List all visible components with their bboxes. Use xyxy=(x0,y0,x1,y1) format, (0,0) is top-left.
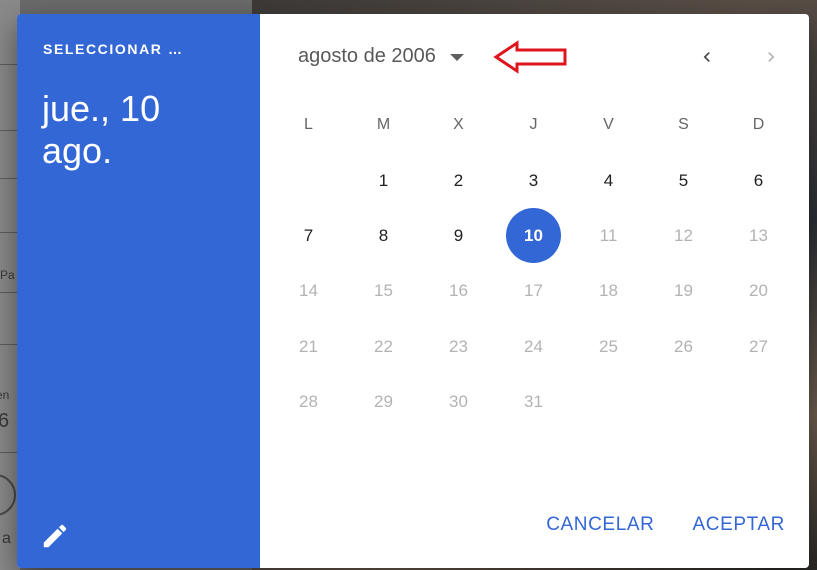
date-picker-header: SELECCIONAR … jue., 10 ago. xyxy=(17,14,260,568)
weekday-header: D xyxy=(752,116,765,133)
day-button: 17 xyxy=(524,281,543,301)
day-button[interactable]: 1 xyxy=(356,158,411,204)
accept-button[interactable]: ACEPTAR xyxy=(684,510,793,540)
day-button: 14 xyxy=(299,281,318,301)
day-cell: 2 xyxy=(421,153,496,208)
day-cell: 14 xyxy=(271,264,346,319)
day-cell: 3 xyxy=(496,153,571,208)
day-button: 25 xyxy=(599,336,618,356)
day-cell: 20 xyxy=(721,264,796,319)
weekday-header: J xyxy=(529,116,538,133)
month-year-dropdown[interactable]: agosto de 2006 xyxy=(298,42,464,70)
day-cell: 16 xyxy=(421,264,496,319)
previous-month-button[interactable] xyxy=(693,44,721,70)
day-cell: 17 xyxy=(496,264,571,319)
day-button: 12 xyxy=(674,225,693,245)
day-cell: 28 xyxy=(271,374,346,429)
weekday-header: M xyxy=(376,116,391,133)
chevron-left-icon xyxy=(703,52,710,62)
date-picker-dialog: SELECCIONAR … jue., 10 ago. agosto de 20… xyxy=(17,14,809,568)
dialog-actions: CANCELAR ACEPTAR xyxy=(538,510,793,540)
day-cell: 30 xyxy=(421,374,496,429)
day-button: 15 xyxy=(374,281,393,301)
background-text: en xyxy=(0,388,10,402)
day-button: 31 xyxy=(524,391,543,411)
day-cell: 1 xyxy=(346,153,421,208)
day-cell: 29 xyxy=(346,374,421,429)
day-button: 21 xyxy=(299,336,318,356)
day-button-selected[interactable]: 10 xyxy=(506,208,561,264)
header-overline: SELECCIONAR … xyxy=(43,41,184,57)
day-button: 11 xyxy=(599,225,618,245)
day-button: 28 xyxy=(299,391,318,411)
annotation-arrow-icon xyxy=(493,40,567,74)
empty-day-cell xyxy=(271,153,346,208)
day-button: 16 xyxy=(449,281,468,301)
day-cell: 23 xyxy=(421,319,496,374)
day-button: 22 xyxy=(374,336,393,356)
day-button[interactable]: 7 xyxy=(281,213,336,259)
day-button: 19 xyxy=(674,281,693,301)
chevron-right-icon xyxy=(768,52,775,62)
day-cell: 21 xyxy=(271,319,346,374)
background-text: a xyxy=(2,530,11,547)
day-cell: 13 xyxy=(721,208,796,263)
day-cell: 8 xyxy=(346,208,421,263)
day-cell: 26 xyxy=(646,319,721,374)
day-button[interactable]: 4 xyxy=(581,158,636,204)
cancel-button[interactable]: CANCELAR xyxy=(538,510,662,540)
day-cell: 31 xyxy=(496,374,571,429)
day-button: 20 xyxy=(749,281,768,301)
month-year-label: agosto de 2006 xyxy=(298,44,436,67)
day-button[interactable]: 8 xyxy=(356,213,411,259)
day-cell: 22 xyxy=(346,319,421,374)
weekday-header: L xyxy=(304,116,313,133)
weekday-header: V xyxy=(603,116,614,133)
day-button: 26 xyxy=(674,336,693,356)
background-circle xyxy=(0,474,16,516)
selected-date-display: jue., 10 ago. xyxy=(42,88,161,171)
pencil-icon xyxy=(43,524,67,548)
day-cell: 15 xyxy=(346,264,421,319)
day-cell: 7 xyxy=(271,208,346,263)
day-button[interactable]: 3 xyxy=(506,158,561,204)
weekday-header: X xyxy=(453,116,464,133)
day-button[interactable]: 6 xyxy=(731,158,786,204)
day-button[interactable]: 5 xyxy=(656,158,711,204)
day-button: 29 xyxy=(374,391,393,411)
weekday-header: S xyxy=(678,116,689,133)
calendar-panel: agosto de 2006 L M X J V S D 1 2 3 4 5 6 7 8 9 10 11 12 13 1… xyxy=(260,14,809,568)
background-text: 6 xyxy=(0,410,10,432)
day-cell: 4 xyxy=(571,153,646,208)
day-cell: 12 xyxy=(646,208,721,263)
arrow-drop-down-icon xyxy=(449,53,464,61)
day-button[interactable]: 2 xyxy=(431,158,486,204)
day-button: 18 xyxy=(599,281,618,301)
day-cell: 6 xyxy=(721,153,796,208)
day-cell: 25 xyxy=(571,319,646,374)
day-button: 27 xyxy=(749,336,768,356)
day-cell: 24 xyxy=(496,319,571,374)
day-cell: 10 xyxy=(496,208,571,264)
day-button: 30 xyxy=(449,391,468,411)
next-month-button[interactable] xyxy=(757,44,785,70)
day-button: 23 xyxy=(449,336,468,356)
day-button: 13 xyxy=(749,225,768,245)
day-cell: 27 xyxy=(721,319,796,374)
day-cell: 19 xyxy=(646,264,721,319)
day-button: 24 xyxy=(524,336,543,356)
background-text: Pa xyxy=(0,268,15,282)
edit-date-button[interactable] xyxy=(39,520,71,552)
day-cell: 18 xyxy=(571,264,646,319)
day-cell: 5 xyxy=(646,153,721,208)
day-button[interactable]: 9 xyxy=(431,213,486,259)
day-cell: 9 xyxy=(421,208,496,263)
calendar-grid: L M X J V S D 1 2 3 4 5 6 7 8 9 10 11 12 13 14 15 16 17 18 19 20 21… xyxy=(271,97,796,429)
day-cell: 11 xyxy=(571,208,646,263)
